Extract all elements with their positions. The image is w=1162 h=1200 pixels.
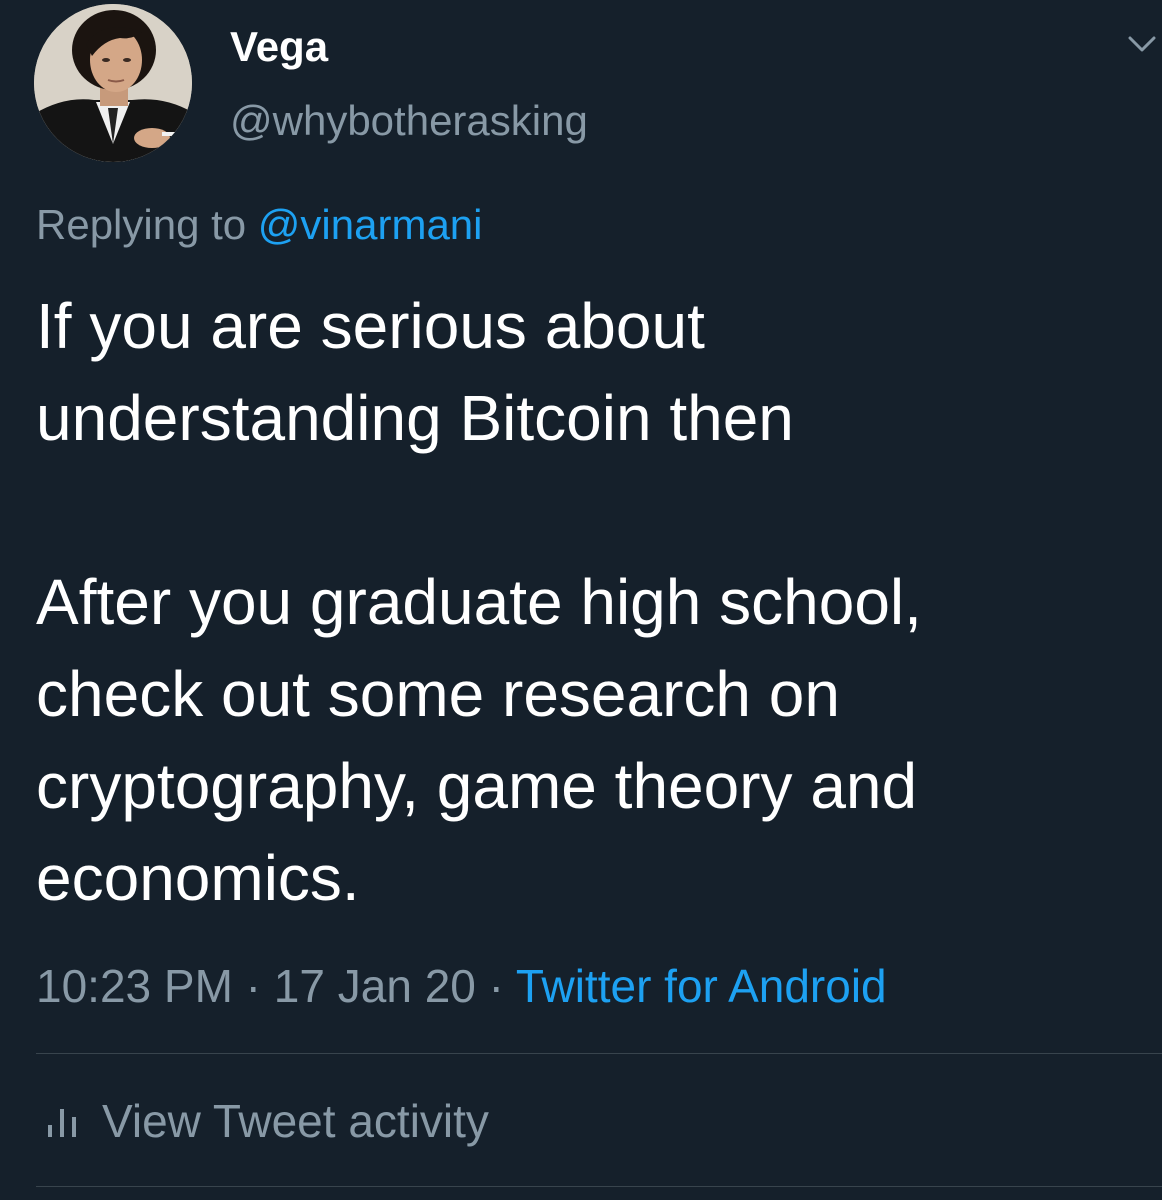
- tweet-text: If you are serious about understanding B…: [36, 280, 1136, 924]
- author-handle[interactable]: @whybotherasking: [230, 96, 588, 146]
- profile-photo: [34, 4, 192, 162]
- author-display-name[interactable]: Vega: [230, 22, 328, 72]
- divider: [36, 1186, 1162, 1187]
- tweet-text-line: After you graduate high school,: [36, 566, 922, 638]
- tweet-text-line: cryptography, game theory and: [36, 750, 918, 822]
- tweet-text-line: [36, 464, 1136, 556]
- chevron-down-icon[interactable]: [1124, 28, 1160, 58]
- meta-separator: ·: [232, 960, 274, 1012]
- tweet-text-line: check out some research on: [36, 658, 840, 730]
- tweet-time[interactable]: 10:23 PM: [36, 960, 233, 1012]
- tweet-text-line: economics.: [36, 842, 360, 914]
- tweet-text-line: understanding Bitcoin then: [36, 382, 794, 454]
- meta-separator: ·: [475, 960, 516, 1012]
- tweet-date[interactable]: 17 Jan 20: [274, 960, 476, 1012]
- view-tweet-activity-label: View Tweet activity: [102, 1095, 489, 1147]
- divider: [36, 1053, 1162, 1054]
- reply-prefix: Replying to: [36, 201, 258, 248]
- tweet-source-link[interactable]: Twitter for Android: [516, 960, 887, 1012]
- avatar[interactable]: [34, 4, 192, 162]
- view-tweet-activity-button[interactable]: View Tweet activity: [44, 1090, 489, 1152]
- bar-chart-icon: [48, 1109, 76, 1137]
- reply-mention-link[interactable]: @vinarmani: [258, 201, 483, 248]
- reply-context: Replying to @vinarmani: [36, 198, 483, 252]
- tweet-text-line: If you are serious about: [36, 290, 705, 362]
- tweet-meta: 10:23 PM · 17 Jan 20 · Twitter for Andro…: [36, 956, 887, 1016]
